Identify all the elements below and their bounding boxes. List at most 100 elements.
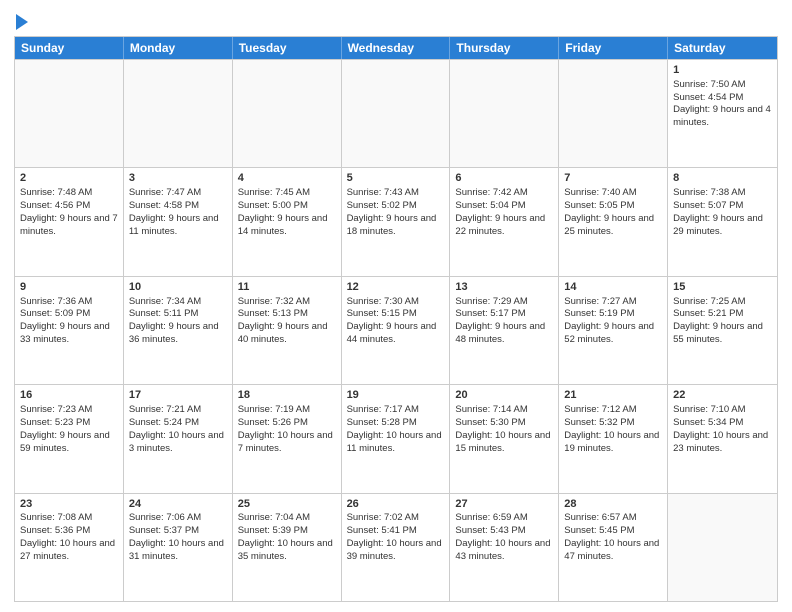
day-info: Sunrise: 7:21 AM Sunset: 5:24 PM Dayligh… [129, 404, 227, 453]
calendar: SundayMondayTuesdayWednesdayThursdayFrid… [14, 36, 778, 602]
day-number: 16 [20, 388, 118, 403]
calendar-cell: 27Sunrise: 6:59 AM Sunset: 5:43 PM Dayli… [450, 494, 559, 601]
day-number: 17 [129, 388, 227, 403]
day-number: 19 [347, 388, 445, 403]
day-number: 3 [129, 171, 227, 186]
day-number: 13 [455, 280, 553, 295]
day-number: 15 [673, 280, 772, 295]
day-number: 12 [347, 280, 445, 295]
day-number: 7 [564, 171, 662, 186]
calendar-cell: 2Sunrise: 7:48 AM Sunset: 4:56 PM Daylig… [15, 168, 124, 275]
day-info: Sunrise: 7:04 AM Sunset: 5:39 PM Dayligh… [238, 512, 336, 561]
calendar-cell: 5Sunrise: 7:43 AM Sunset: 5:02 PM Daylig… [342, 168, 451, 275]
day-info: Sunrise: 7:19 AM Sunset: 5:26 PM Dayligh… [238, 404, 336, 453]
calendar-cell: 17Sunrise: 7:21 AM Sunset: 5:24 PM Dayli… [124, 385, 233, 492]
calendar-header-cell: Wednesday [342, 37, 451, 59]
calendar-cell: 11Sunrise: 7:32 AM Sunset: 5:13 PM Dayli… [233, 277, 342, 384]
day-number: 1 [673, 63, 772, 78]
calendar-cell: 4Sunrise: 7:45 AM Sunset: 5:00 PM Daylig… [233, 168, 342, 275]
calendar-header-cell: Monday [124, 37, 233, 59]
day-number: 11 [238, 280, 336, 295]
calendar-row: 16Sunrise: 7:23 AM Sunset: 5:23 PM Dayli… [15, 384, 777, 492]
day-info: Sunrise: 7:06 AM Sunset: 5:37 PM Dayligh… [129, 512, 227, 561]
calendar-body: 1Sunrise: 7:50 AM Sunset: 4:54 PM Daylig… [15, 59, 777, 601]
calendar-cell: 16Sunrise: 7:23 AM Sunset: 5:23 PM Dayli… [15, 385, 124, 492]
day-number: 10 [129, 280, 227, 295]
day-info: Sunrise: 7:36 AM Sunset: 5:09 PM Dayligh… [20, 296, 112, 345]
day-number: 20 [455, 388, 553, 403]
calendar-cell: 28Sunrise: 6:57 AM Sunset: 5:45 PM Dayli… [559, 494, 668, 601]
calendar-cell: 12Sunrise: 7:30 AM Sunset: 5:15 PM Dayli… [342, 277, 451, 384]
day-number: 24 [129, 497, 227, 512]
day-info: Sunrise: 6:59 AM Sunset: 5:43 PM Dayligh… [455, 512, 553, 561]
day-info: Sunrise: 7:50 AM Sunset: 4:54 PM Dayligh… [673, 79, 773, 128]
day-number: 2 [20, 171, 118, 186]
day-number: 27 [455, 497, 553, 512]
day-info: Sunrise: 7:48 AM Sunset: 4:56 PM Dayligh… [20, 187, 120, 236]
day-info: Sunrise: 7:42 AM Sunset: 5:04 PM Dayligh… [455, 187, 547, 236]
calendar-cell: 1Sunrise: 7:50 AM Sunset: 4:54 PM Daylig… [668, 60, 777, 167]
day-number: 4 [238, 171, 336, 186]
day-number: 9 [20, 280, 118, 295]
day-info: Sunrise: 7:25 AM Sunset: 5:21 PM Dayligh… [673, 296, 765, 345]
day-info: Sunrise: 7:10 AM Sunset: 5:34 PM Dayligh… [673, 404, 771, 453]
calendar-cell: 8Sunrise: 7:38 AM Sunset: 5:07 PM Daylig… [668, 168, 777, 275]
calendar-row: 23Sunrise: 7:08 AM Sunset: 5:36 PM Dayli… [15, 493, 777, 601]
page: SundayMondayTuesdayWednesdayThursdayFrid… [0, 0, 792, 612]
day-info: Sunrise: 7:02 AM Sunset: 5:41 PM Dayligh… [347, 512, 445, 561]
calendar-header-cell: Saturday [668, 37, 777, 59]
day-number: 25 [238, 497, 336, 512]
day-info: Sunrise: 7:08 AM Sunset: 5:36 PM Dayligh… [20, 512, 118, 561]
calendar-header-cell: Thursday [450, 37, 559, 59]
calendar-header-cell: Sunday [15, 37, 124, 59]
calendar-cell [559, 60, 668, 167]
header [14, 10, 778, 30]
calendar-cell: 6Sunrise: 7:42 AM Sunset: 5:04 PM Daylig… [450, 168, 559, 275]
day-number: 14 [564, 280, 662, 295]
calendar-cell: 13Sunrise: 7:29 AM Sunset: 5:17 PM Dayli… [450, 277, 559, 384]
calendar-cell: 22Sunrise: 7:10 AM Sunset: 5:34 PM Dayli… [668, 385, 777, 492]
day-number: 21 [564, 388, 662, 403]
calendar-cell [342, 60, 451, 167]
calendar-cell: 26Sunrise: 7:02 AM Sunset: 5:41 PM Dayli… [342, 494, 451, 601]
logo [14, 14, 28, 30]
calendar-cell [450, 60, 559, 167]
day-info: Sunrise: 7:14 AM Sunset: 5:30 PM Dayligh… [455, 404, 553, 453]
day-number: 22 [673, 388, 772, 403]
calendar-cell: 10Sunrise: 7:34 AM Sunset: 5:11 PM Dayli… [124, 277, 233, 384]
day-info: Sunrise: 7:17 AM Sunset: 5:28 PM Dayligh… [347, 404, 445, 453]
day-info: Sunrise: 7:38 AM Sunset: 5:07 PM Dayligh… [673, 187, 765, 236]
calendar-cell: 21Sunrise: 7:12 AM Sunset: 5:32 PM Dayli… [559, 385, 668, 492]
calendar-header-cell: Friday [559, 37, 668, 59]
day-info: Sunrise: 7:40 AM Sunset: 5:05 PM Dayligh… [564, 187, 656, 236]
calendar-cell: 7Sunrise: 7:40 AM Sunset: 5:05 PM Daylig… [559, 168, 668, 275]
calendar-cell [124, 60, 233, 167]
day-info: Sunrise: 7:29 AM Sunset: 5:17 PM Dayligh… [455, 296, 547, 345]
calendar-cell: 25Sunrise: 7:04 AM Sunset: 5:39 PM Dayli… [233, 494, 342, 601]
calendar-cell: 15Sunrise: 7:25 AM Sunset: 5:21 PM Dayli… [668, 277, 777, 384]
calendar-cell: 20Sunrise: 7:14 AM Sunset: 5:30 PM Dayli… [450, 385, 559, 492]
day-number: 5 [347, 171, 445, 186]
day-number: 8 [673, 171, 772, 186]
calendar-cell: 18Sunrise: 7:19 AM Sunset: 5:26 PM Dayli… [233, 385, 342, 492]
day-info: Sunrise: 7:45 AM Sunset: 5:00 PM Dayligh… [238, 187, 330, 236]
day-number: 6 [455, 171, 553, 186]
day-info: Sunrise: 7:34 AM Sunset: 5:11 PM Dayligh… [129, 296, 221, 345]
day-number: 23 [20, 497, 118, 512]
day-info: Sunrise: 7:12 AM Sunset: 5:32 PM Dayligh… [564, 404, 662, 453]
day-info: Sunrise: 7:43 AM Sunset: 5:02 PM Dayligh… [347, 187, 439, 236]
calendar-cell: 24Sunrise: 7:06 AM Sunset: 5:37 PM Dayli… [124, 494, 233, 601]
day-number: 18 [238, 388, 336, 403]
day-info: Sunrise: 7:47 AM Sunset: 4:58 PM Dayligh… [129, 187, 221, 236]
calendar-row: 1Sunrise: 7:50 AM Sunset: 4:54 PM Daylig… [15, 59, 777, 167]
calendar-cell: 23Sunrise: 7:08 AM Sunset: 5:36 PM Dayli… [15, 494, 124, 601]
calendar-cell: 9Sunrise: 7:36 AM Sunset: 5:09 PM Daylig… [15, 277, 124, 384]
day-info: Sunrise: 7:23 AM Sunset: 5:23 PM Dayligh… [20, 404, 112, 453]
calendar-cell [668, 494, 777, 601]
day-number: 26 [347, 497, 445, 512]
calendar-cell [15, 60, 124, 167]
day-info: Sunrise: 7:30 AM Sunset: 5:15 PM Dayligh… [347, 296, 439, 345]
day-number: 28 [564, 497, 662, 512]
calendar-cell [233, 60, 342, 167]
calendar-cell: 19Sunrise: 7:17 AM Sunset: 5:28 PM Dayli… [342, 385, 451, 492]
